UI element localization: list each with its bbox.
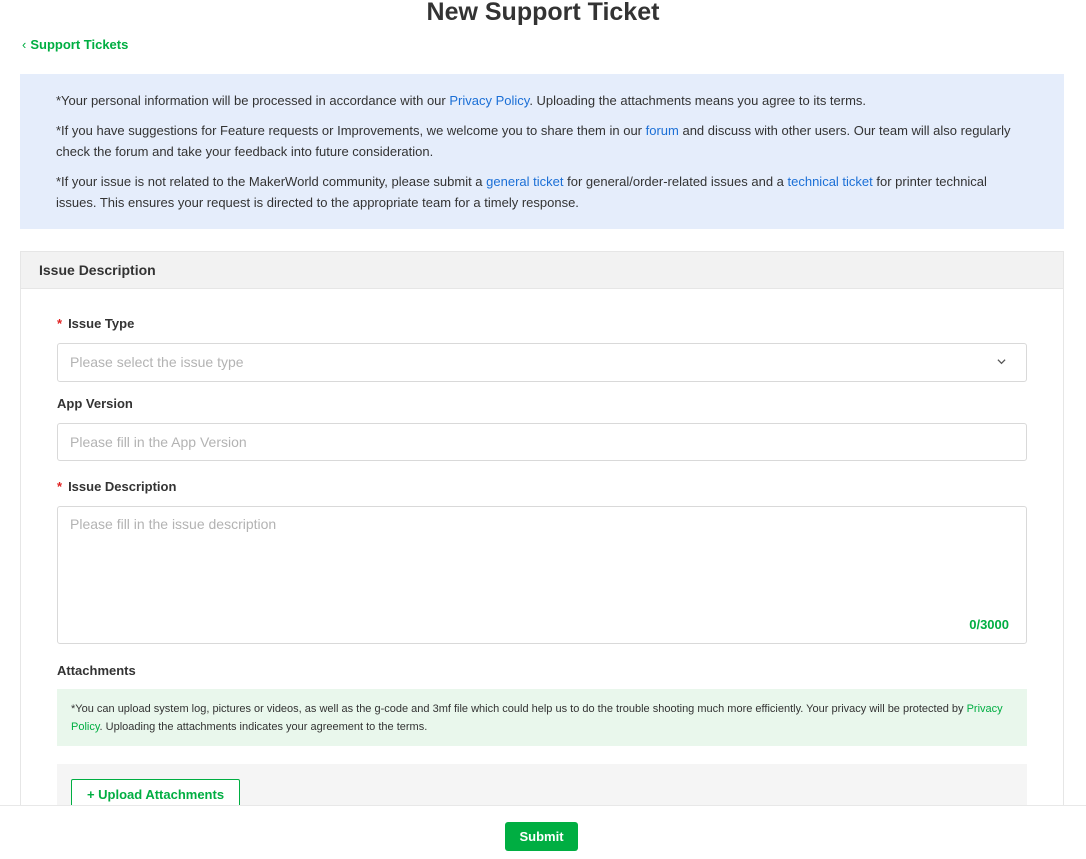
technical-ticket-link[interactable]: technical ticket [788, 174, 873, 189]
issue-type-select[interactable]: Please select the issue type [57, 343, 1027, 382]
attachments-label-text: Attachments [57, 663, 136, 678]
notice-box: *Your personal information will be proce… [20, 74, 1064, 229]
forum-link[interactable]: forum [646, 123, 679, 138]
footer-bar: Submit [0, 805, 1086, 859]
issue-description-textarea[interactable] [58, 507, 1026, 617]
attachments-note-text: . Uploading the attachments indicates yo… [99, 721, 428, 733]
notice-text: *If your issue is not related to the Mak… [56, 173, 487, 189]
privacy-policy-link[interactable]: Privacy Policy [449, 93, 529, 108]
required-mark: * [57, 316, 63, 331]
issue-type-label-text: Issue Type [68, 316, 135, 331]
chevron-down-icon [997, 359, 1006, 365]
notice-forum: *If you have suggestions for Feature req… [56, 120, 1028, 163]
notice-text: for general/order-related issues and a [563, 173, 788, 189]
submit-button[interactable]: Submit [505, 822, 578, 851]
attachments-note: *You can upload system log, pictures or … [57, 689, 1027, 746]
required-mark: * [57, 479, 63, 494]
issue-description-section: Issue Description * Issue Type Please se… [20, 251, 1064, 859]
back-link-label: Support Tickets [30, 36, 129, 52]
issue-description-box: 0/3000 [57, 506, 1027, 644]
app-version-input-wrap [57, 423, 1027, 461]
section-title: Issue Description [21, 252, 1063, 289]
app-version-label-text: App Version [57, 396, 133, 411]
app-version-label: App Version [57, 396, 133, 411]
page-title: New Support Ticket [426, 0, 660, 26]
app-version-input[interactable] [58, 424, 1026, 460]
chevron-left-icon: ‹ [22, 36, 27, 52]
notice-privacy: *Your personal information will be proce… [56, 90, 1028, 112]
issue-description-label-text: Issue Description [68, 479, 177, 494]
notice-text: . Uploading the attachments means you ag… [529, 93, 867, 108]
issue-description-label: * Issue Description [57, 479, 176, 494]
notice-text: *Your personal information will be proce… [56, 93, 450, 108]
attachments-label: Attachments [57, 663, 136, 678]
issue-type-label: * Issue Type [57, 316, 134, 331]
attachments-note-text: *You can upload system log, pictures or … [71, 703, 967, 715]
character-counter: 0/3000 [969, 617, 1009, 632]
notice-tickets: *If your issue is not related to the Mak… [56, 171, 1028, 214]
back-link-support-tickets[interactable]: ‹ Support Tickets [22, 35, 128, 53]
notice-text: *If you have suggestions for Feature req… [56, 122, 646, 138]
issue-type-placeholder: Please select the issue type [70, 354, 244, 370]
general-ticket-link[interactable]: general ticket [486, 174, 563, 189]
